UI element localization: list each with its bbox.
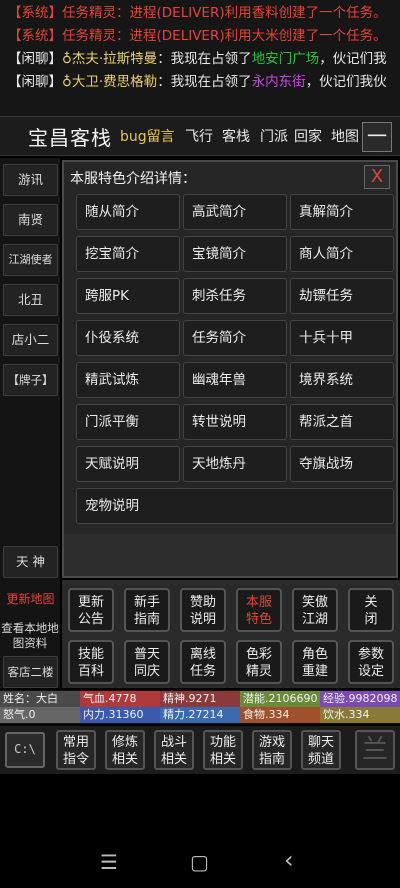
home-icon[interactable]: ▢ xyxy=(190,850,209,874)
topic-button[interactable]: 商人简介 xyxy=(290,236,394,272)
console-icon[interactable]: C:\ xyxy=(5,732,45,768)
function-buttons: 更新 公告 新手 指南 赞助 说明 本服 特色 笑傲 江湖 关闭 技能 百科 普天 同庆 离线… xyxy=(62,580,400,688)
topic-button[interactable]: 宠物说明 xyxy=(76,488,394,524)
stat-exp: 经验.9982098 xyxy=(320,691,400,707)
topic-button[interactable]: 劫镖任务 xyxy=(290,278,394,314)
recent-apps-icon[interactable]: ☰ xyxy=(100,850,118,874)
chat-channel-tag: 【闲聊】 xyxy=(8,51,62,67)
topic-button[interactable]: 任务简介 xyxy=(183,320,287,356)
sponsor-info-button[interactable]: 赞助 说明 xyxy=(180,588,226,632)
stat-potential: 潜能.2106690 xyxy=(240,691,320,707)
character-stats: 姓名：大白 气血.4778 精神.9271 潜能.2106690 经验.9982… xyxy=(0,690,400,724)
chat-location-link[interactable]: 永内东街 xyxy=(252,74,306,90)
home-link[interactable]: 回家 xyxy=(294,126,322,146)
exit-inn-upstairs[interactable]: 客店二楼 xyxy=(3,656,58,688)
skills-wiki-button[interactable]: 技能 百科 xyxy=(68,640,114,684)
stat-water: 饮水.334 xyxy=(320,707,400,723)
sidebar-item-tianshen[interactable]: 天 神 xyxy=(3,546,58,578)
chat-text: ，伙记们我伙 xyxy=(305,74,387,90)
sidebar-item-nanxian[interactable]: 南贤 xyxy=(3,204,58,236)
close-icon[interactable]: X xyxy=(364,165,390,189)
xiaoao-jianghu-button[interactable]: 笑傲 江湖 xyxy=(292,588,338,632)
chat-channel-button[interactable]: 聊天 频道 xyxy=(301,730,341,770)
chat-text: ：我现在占领了 xyxy=(157,74,252,90)
map-link[interactable]: 地图 xyxy=(331,126,359,146)
local-map-info-link[interactable]: 查看本地地图资料 xyxy=(0,621,60,651)
back-icon[interactable]: ‹ xyxy=(284,846,294,874)
sidebar-item-beichou[interactable]: 北丑 xyxy=(3,284,58,316)
extra-icon[interactable]: 兰 xyxy=(355,730,395,770)
chat-line: 【闲聊】♁杰夫·拉斯特曼：我现在占领了地安门广场，伙记们我 xyxy=(0,48,400,71)
menu-button[interactable]: 一 xyxy=(362,122,392,152)
stat-mana: 内力.31360 xyxy=(80,707,160,723)
topic-button[interactable]: 仆役系统 xyxy=(76,320,180,356)
topic-button[interactable]: 刺杀任务 xyxy=(183,278,287,314)
chat-user-link[interactable]: ♁大卫·费思格勒 xyxy=(62,74,157,90)
update-notice-button[interactable]: 更新 公告 xyxy=(68,588,114,632)
combat-button[interactable]: 战斗 相关 xyxy=(154,730,194,770)
topic-button[interactable]: 十兵十甲 xyxy=(290,320,394,356)
stat-hp: 气血.4778 xyxy=(80,691,160,707)
chat-location-link[interactable]: 地安门广场 xyxy=(252,51,320,67)
training-button[interactable]: 修炼 相关 xyxy=(105,730,145,770)
topic-button[interactable]: 境界系统 xyxy=(290,362,394,398)
chat-channel-tag: 【闲聊】 xyxy=(8,74,62,90)
sidebar-item-sign[interactable]: 【牌子】 xyxy=(3,364,58,396)
server-features-button[interactable]: 本服 特色 xyxy=(236,588,282,632)
topic-button[interactable]: 跨服PK xyxy=(76,278,180,314)
stat-rage: 怒气.0 xyxy=(0,707,80,723)
sidebar-item-youxun[interactable]: 游讯 xyxy=(3,164,58,196)
celebration-button[interactable]: 普天 同庆 xyxy=(124,640,170,684)
chat-text: ，伙记们我 xyxy=(319,51,387,67)
topic-button[interactable]: 天赋说明 xyxy=(76,446,180,482)
topic-button[interactable]: 挖宝简介 xyxy=(76,236,180,272)
stat-name: 姓名：大白 xyxy=(0,691,80,707)
beginner-guide-button[interactable]: 新手 指南 xyxy=(124,588,170,632)
character-rebuild-button[interactable]: 角色 重建 xyxy=(292,640,338,684)
stat-spirit: 精神.9271 xyxy=(160,691,240,707)
chat-text: ：我现在占领了 xyxy=(157,51,252,67)
chat-line: 【系统】任务精灵：进程(DELIVER)利用香料创建了一个任务。 xyxy=(8,5,387,21)
topic-button[interactable]: 帮派之首 xyxy=(290,404,394,440)
chat-log: 【系统】任务精灵：进程(DELIVER)利用香料创建了一个任务。 【系统】任务精… xyxy=(0,0,400,116)
npc-sidebar: 游讯 南贤 江湖使者 北丑 店小二 【牌子】 天 神 xyxy=(0,158,60,688)
chat-line: 【闲聊】♁大卫·费思格勒：我现在占领了永内东街，伙记们我伙 xyxy=(0,71,400,94)
topic-button[interactable]: 门派平衡 xyxy=(76,404,180,440)
stat-stamina: 精力.27214 xyxy=(160,707,240,723)
sidebar-item-waiter[interactable]: 店小二 xyxy=(3,324,58,356)
chat-line: 【系统】任务精灵：进程(DELIVER)利用大米创建了一个任务。 xyxy=(8,28,387,44)
stat-food: 食物.334 xyxy=(240,707,320,723)
offline-task-button[interactable]: 离线 任务 xyxy=(180,640,226,684)
game-guide-button[interactable]: 游戏 指南 xyxy=(252,730,292,770)
panel-footer xyxy=(64,534,396,576)
color-sprite-button[interactable]: 色彩 精灵 xyxy=(236,640,282,684)
system-nav-bar: ☰ ▢ ‹ xyxy=(0,840,400,888)
topic-button[interactable]: 高武简介 xyxy=(183,194,287,230)
command-bar: C:\ 常用 指令 修炼 相关 战斗 相关 功能 相关 游戏 指南 聊天 频道 兰 xyxy=(0,726,400,774)
topic-button[interactable]: 精武试炼 xyxy=(76,362,180,398)
topic-button[interactable]: 夺旗战场 xyxy=(290,446,394,482)
topic-button[interactable]: 转世说明 xyxy=(183,404,287,440)
topic-button[interactable]: 天地炼丹 xyxy=(183,446,287,482)
location-header: 宝昌客栈 bug留言 飞行 客栈 门派 回家 地图 一 xyxy=(0,116,400,156)
server-features-panel: 本服特色介绍详情： X 随从简介 高武简介 真解简介 挖宝简介 宝镜简介 商人简… xyxy=(62,160,398,578)
sect-link[interactable]: 门派 xyxy=(260,126,288,146)
chat-user-link[interactable]: ♁杰夫·拉斯特曼 xyxy=(62,51,157,67)
topic-button[interactable]: 真解简介 xyxy=(290,194,394,230)
topic-button[interactable]: 随从简介 xyxy=(76,194,180,230)
close-button[interactable]: 关闭 xyxy=(348,588,394,632)
topic-button[interactable]: 幽魂年兽 xyxy=(183,362,287,398)
settings-button[interactable]: 参数 设定 xyxy=(348,640,394,684)
inn-link[interactable]: 客栈 xyxy=(222,126,250,146)
panel-title: 本服特色介绍详情： xyxy=(70,171,196,187)
location-title: 宝昌客栈 xyxy=(28,126,112,150)
sidebar-item-envoy[interactable]: 江湖使者 xyxy=(3,244,58,276)
bug-report-link[interactable]: bug留言 xyxy=(120,126,175,146)
common-commands-button[interactable]: 常用 指令 xyxy=(56,730,96,770)
topic-button[interactable]: 宝镜简介 xyxy=(183,236,287,272)
fly-link[interactable]: 飞行 xyxy=(185,126,213,146)
update-map-link[interactable]: 更新地图 xyxy=(3,590,58,607)
functions-button[interactable]: 功能 相关 xyxy=(203,730,243,770)
